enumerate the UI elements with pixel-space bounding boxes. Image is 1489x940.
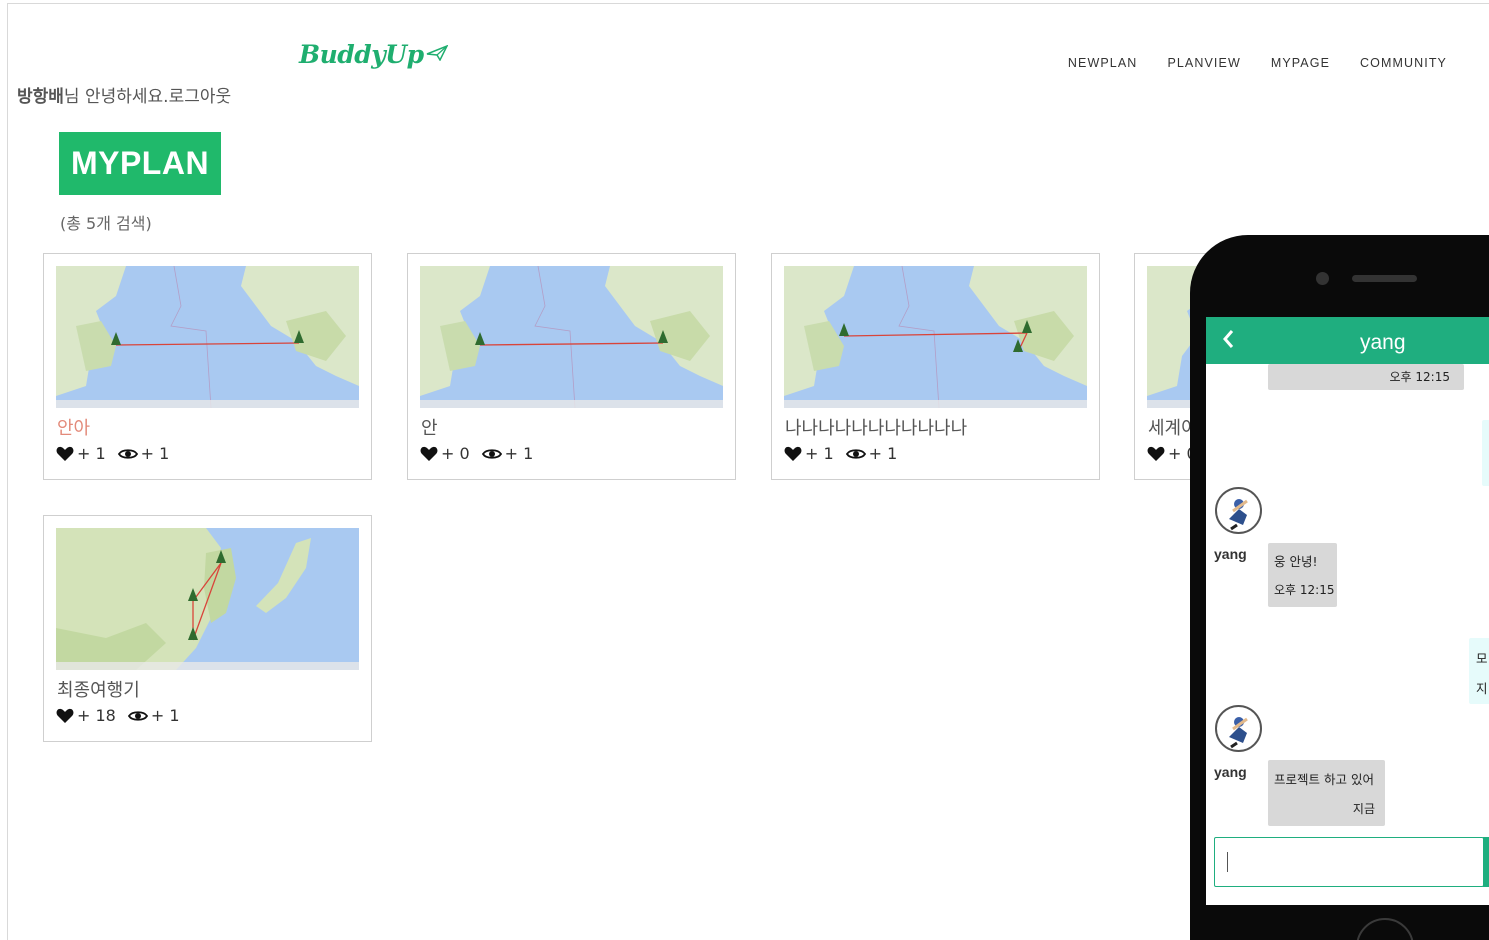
phone-speaker bbox=[1352, 275, 1417, 282]
chat-bubble-right: 모 지 bbox=[1469, 638, 1489, 704]
plan-title[interactable]: 최종여행기 bbox=[57, 676, 140, 702]
view-stat: + 1 bbox=[845, 444, 898, 463]
plan-stats: + 18 + 1 bbox=[56, 706, 192, 725]
plan-card[interactable]: 최종여행기 + 18 + 1 bbox=[43, 515, 372, 742]
message-text: 웅 안녕! bbox=[1274, 554, 1318, 569]
plan-card[interactable]: 안아 + 1 + 1 bbox=[43, 253, 372, 480]
brand-logo-text: BuddyUp bbox=[299, 40, 424, 69]
view-count: + 1 bbox=[150, 706, 180, 725]
eye-icon bbox=[127, 710, 148, 721]
heart-icon bbox=[56, 708, 74, 723]
message-time: 오후 12:15 bbox=[1389, 370, 1450, 384]
heart-icon bbox=[56, 446, 74, 461]
message-text: 프로젝트 하고 있어 bbox=[1274, 772, 1374, 787]
phone-camera bbox=[1316, 272, 1329, 285]
like-count: + 1 bbox=[77, 444, 106, 463]
phone-home-button bbox=[1356, 918, 1414, 940]
plan-map-thumbnail[interactable] bbox=[56, 528, 359, 670]
message-time: 지금 bbox=[1352, 802, 1375, 816]
like-count: + 1 bbox=[805, 444, 834, 463]
like-stat: + 1 bbox=[56, 444, 106, 463]
user-name: 방항배 bbox=[17, 87, 64, 107]
plan-title[interactable]: 안 bbox=[421, 414, 438, 440]
eye-icon bbox=[845, 448, 866, 459]
chat-title: yang bbox=[1360, 331, 1406, 354]
avatar[interactable] bbox=[1215, 705, 1262, 752]
brand-logo[interactable]: BuddyUp bbox=[299, 40, 449, 69]
plan-title[interactable]: 나나나나나나나나나나나 bbox=[785, 414, 967, 440]
plan-card[interactable]: 나나나나나나나나나나나 + 1 + 1 bbox=[771, 253, 1100, 480]
like-stat: + 18 bbox=[56, 706, 116, 725]
input-caret bbox=[1227, 852, 1228, 872]
view-count: + 1 bbox=[504, 444, 534, 463]
nav-planview[interactable]: PLANVIEW bbox=[1167, 56, 1240, 70]
view-stat: + 1 bbox=[127, 706, 180, 725]
phone-chat-widget: yang 오후 12:15 yang 웅 안녕! 오후 12:15 모 지 ya… bbox=[1190, 235, 1489, 940]
page-title: MYPLAN bbox=[59, 132, 221, 195]
chat-message-input[interactable] bbox=[1214, 837, 1484, 887]
greeting-text: 님 안녕하세요. bbox=[63, 87, 169, 107]
like-stat: + 1 bbox=[784, 444, 834, 463]
heart-icon bbox=[1147, 446, 1165, 461]
chevron-left-icon[interactable] bbox=[1222, 329, 1234, 353]
main-nav: NEWPLAN PLANVIEW MYPAGE COMMUNITY bbox=[1068, 56, 1447, 70]
plan-map-thumbnail[interactable] bbox=[56, 266, 359, 408]
plan-stats: + 1 + 1 bbox=[784, 444, 909, 463]
message-time: 오후 12:15 bbox=[1274, 583, 1335, 597]
chat-screen: yang 오후 12:15 yang 웅 안녕! 오후 12:15 모 지 ya… bbox=[1206, 317, 1489, 905]
view-count: + 1 bbox=[868, 444, 898, 463]
like-stat: + 0 bbox=[420, 444, 470, 463]
chat-bubble: 웅 안녕! 오후 12:15 bbox=[1268, 543, 1337, 607]
message-time: 지 bbox=[1476, 681, 1488, 696]
frame-border-top bbox=[7, 3, 1489, 4]
eye-icon bbox=[117, 448, 138, 459]
plan-stats: + 0 + 1 bbox=[420, 444, 545, 463]
heart-icon bbox=[420, 446, 438, 461]
view-stat: + 1 bbox=[117, 444, 170, 463]
plan-map-thumbnail[interactable] bbox=[420, 266, 723, 408]
heart-icon bbox=[784, 446, 802, 461]
plan-map-thumbnail[interactable] bbox=[784, 266, 1087, 408]
chat-bubble: 오후 12:15 bbox=[1268, 364, 1464, 390]
logout-link[interactable]: 로그아웃 bbox=[169, 82, 232, 107]
nav-mypage[interactable]: MYPAGE bbox=[1271, 56, 1330, 70]
avatar[interactable] bbox=[1215, 487, 1262, 534]
plan-stats: + 1 + 1 bbox=[56, 444, 181, 463]
send-button[interactable] bbox=[1483, 837, 1489, 887]
chat-header: yang bbox=[1206, 317, 1489, 364]
plan-card[interactable]: 안 + 0 + 1 bbox=[407, 253, 736, 480]
like-count: + 0 bbox=[441, 444, 470, 463]
message-sender: yang bbox=[1214, 764, 1247, 780]
result-count: (총 5개 검색) bbox=[60, 214, 152, 233]
message-text: 모 bbox=[1476, 651, 1488, 666]
plan-title[interactable]: 안아 bbox=[57, 414, 90, 440]
message-sender: yang bbox=[1214, 546, 1247, 562]
nav-newplan[interactable]: NEWPLAN bbox=[1068, 56, 1138, 70]
view-count: + 1 bbox=[140, 444, 170, 463]
user-greeting: 방항배 님 안녕하세요. 로그아웃 bbox=[17, 82, 231, 107]
frame-border-left bbox=[7, 3, 8, 940]
like-count: + 18 bbox=[77, 706, 116, 725]
view-stat: + 1 bbox=[481, 444, 534, 463]
nav-community[interactable]: COMMUNITY bbox=[1360, 56, 1447, 70]
chat-bubble-right bbox=[1482, 420, 1489, 486]
eye-icon bbox=[481, 448, 502, 459]
paper-plane-icon bbox=[426, 44, 449, 65]
chat-bubble: 프로젝트 하고 있어 지금 bbox=[1268, 760, 1385, 826]
